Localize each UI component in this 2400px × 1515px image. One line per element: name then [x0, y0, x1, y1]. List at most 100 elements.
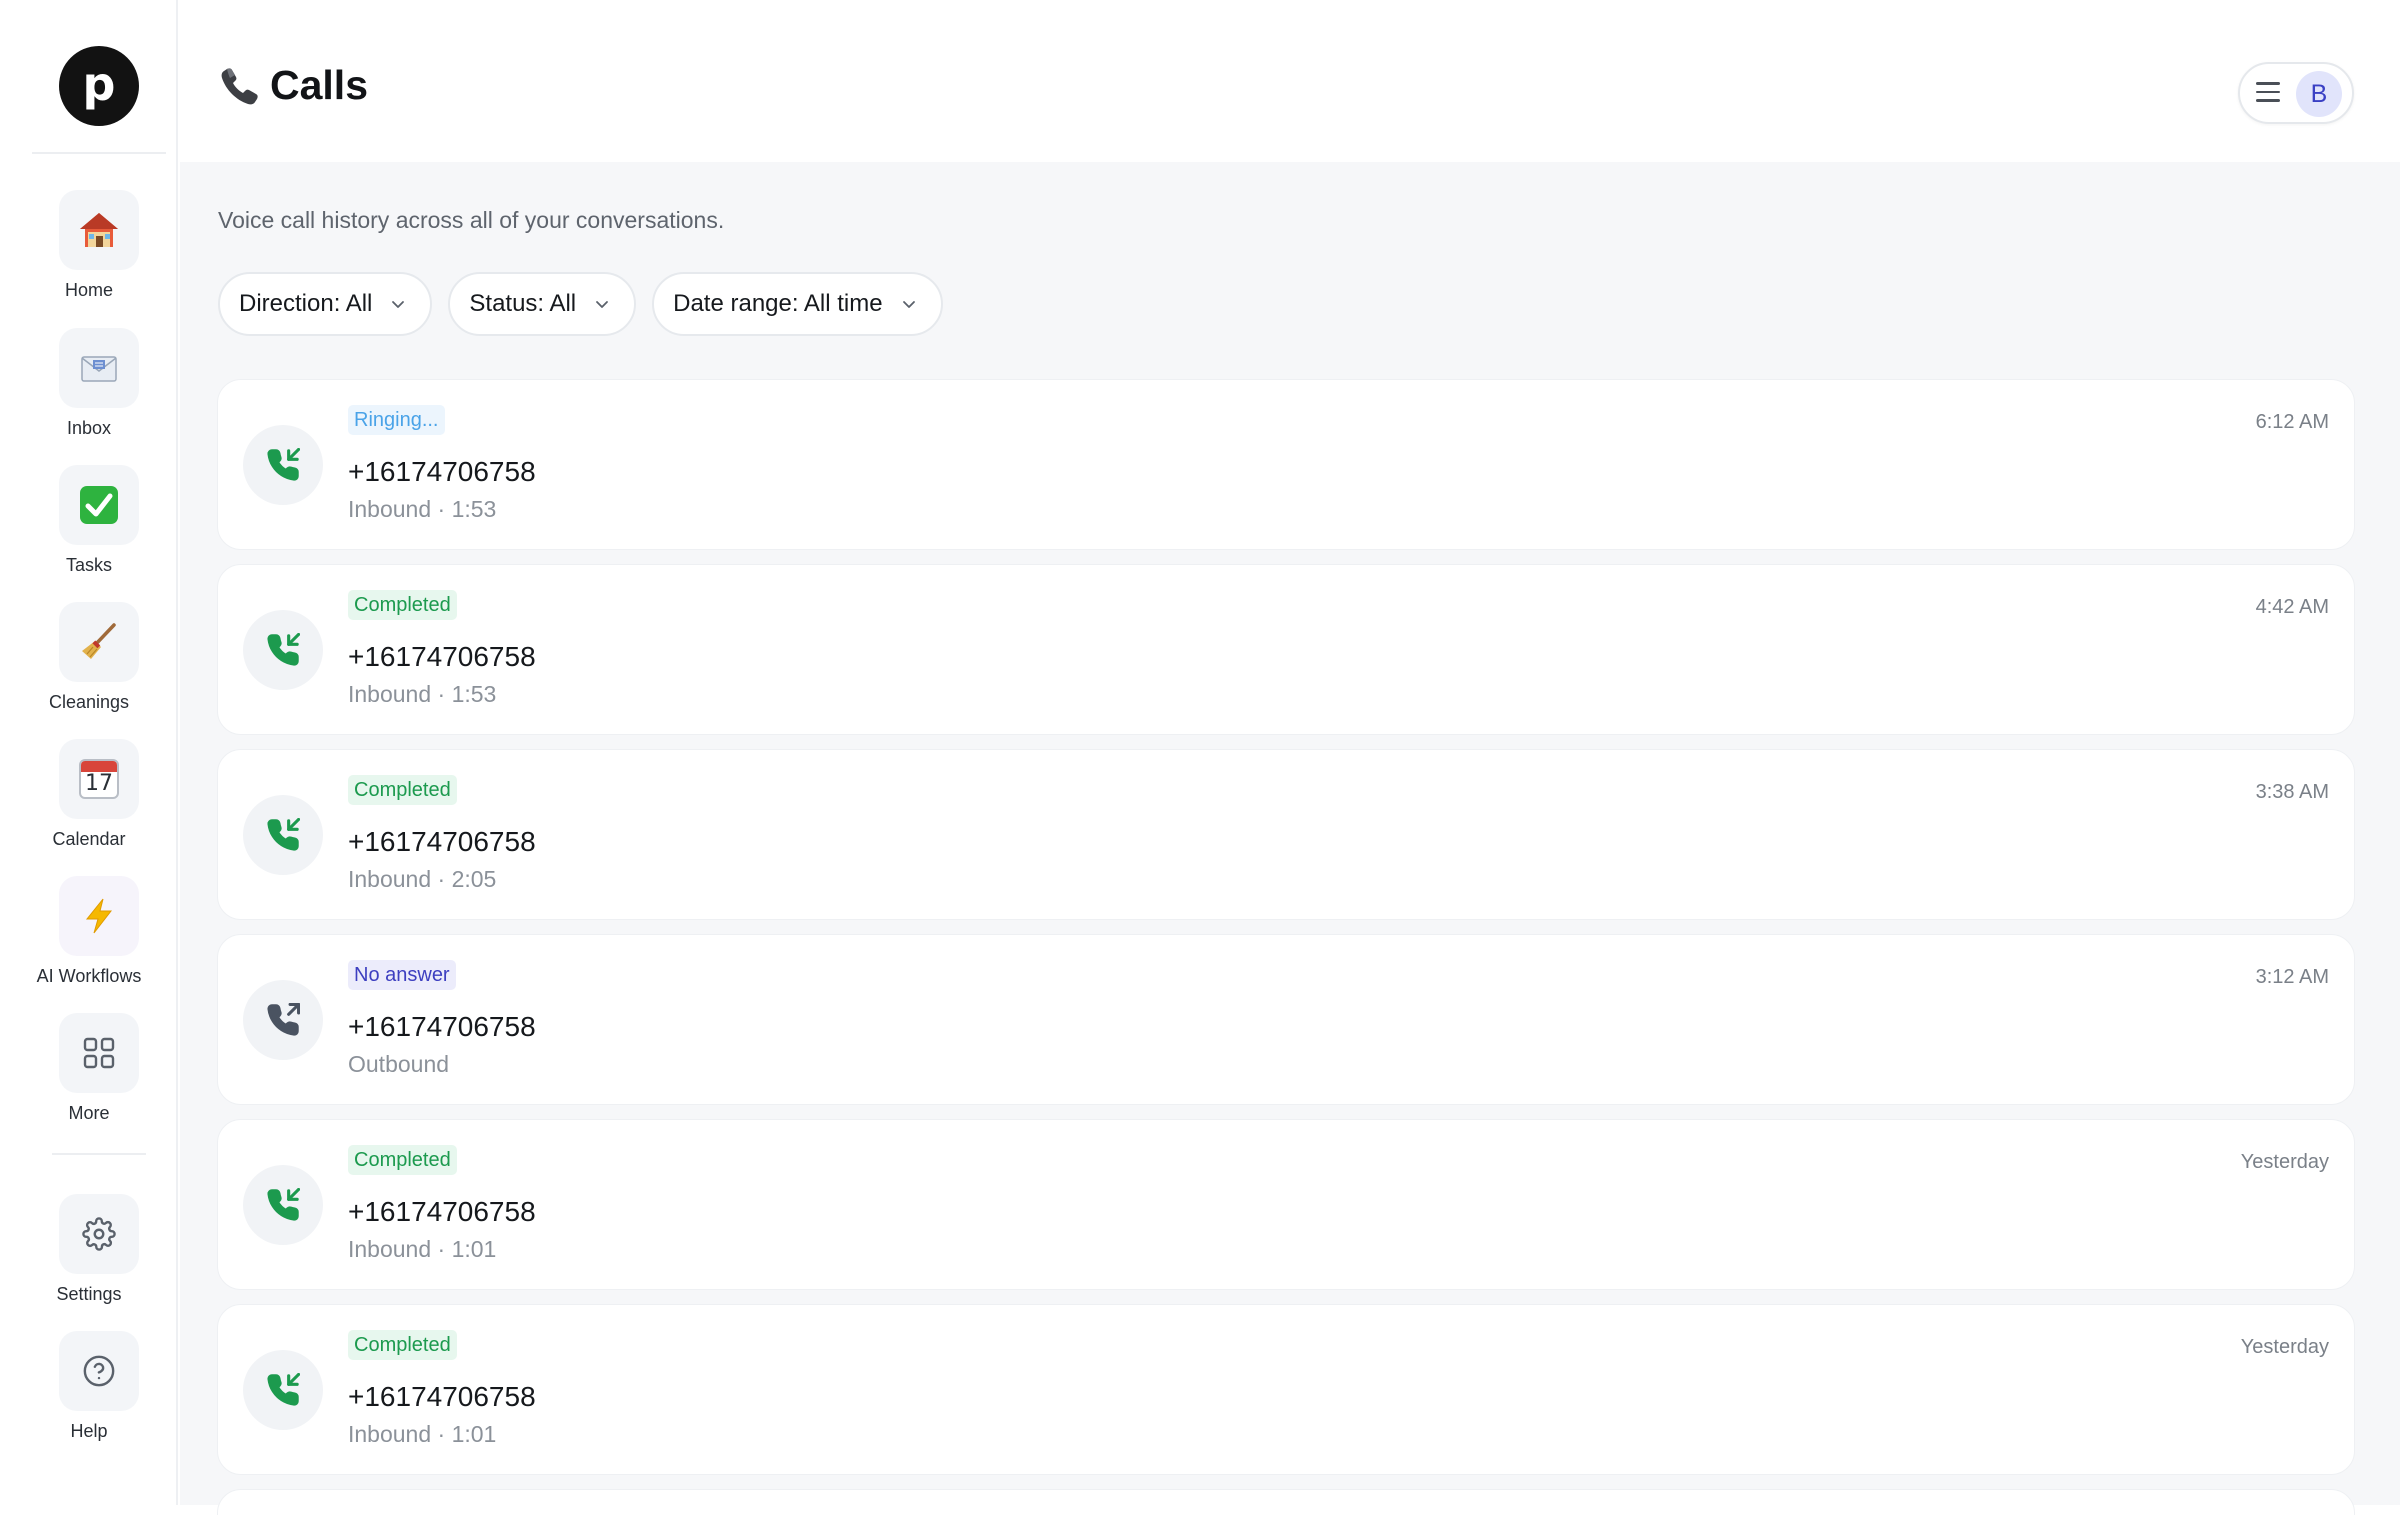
- status-badge: Completed: [348, 1330, 457, 1360]
- status-badge: No answer: [348, 960, 456, 990]
- sidebar: p Home Inbox Tasks Cleanings 17 Calendar…: [0, 0, 178, 1505]
- call-row[interactable]: Completed +16174706758 Inbound · 1:01 Ye…: [217, 1119, 2355, 1290]
- nav-tile: [59, 1331, 139, 1411]
- grid-icon: [83, 1037, 115, 1069]
- call-meta: Outbound: [348, 1051, 450, 1077]
- call-direction-icon: [243, 425, 323, 505]
- call-time: Yesterday: [2240, 1151, 2329, 1173]
- phone-incoming-icon: [267, 1373, 300, 1406]
- phone-icon: [221, 67, 258, 104]
- call-row[interactable]: Completed +16174706758 Inbound · 1:53 4:…: [217, 564, 2355, 735]
- date-range-filter[interactable]: Date range: All time: [652, 272, 943, 336]
- nav-tile: [59, 190, 139, 270]
- phone-incoming-icon: [267, 448, 300, 481]
- call-direction-icon: [243, 980, 323, 1060]
- calendar-day: 17: [85, 771, 113, 796]
- sidebar-item-home[interactable]: Home: [0, 190, 178, 310]
- nav-tile: [59, 465, 139, 545]
- sidebar-item-label: AI Workflows: [36, 966, 142, 986]
- sidebar-item-label: Calendar: [52, 829, 126, 849]
- nav-tile: [59, 328, 139, 408]
- phone-number: +16174706758: [348, 1196, 536, 1227]
- page-title-text: Calls: [270, 62, 368, 108]
- status-badge: Completed: [348, 1145, 457, 1175]
- filter-label: Direction: All: [239, 290, 373, 317]
- call-row[interactable]: [217, 1489, 2355, 1515]
- sidebar-item-label: Inbox: [66, 418, 112, 438]
- sidebar-item-tasks[interactable]: Tasks: [0, 465, 178, 585]
- nav-tile: [59, 1013, 139, 1093]
- menu-icon[interactable]: [2256, 82, 2280, 104]
- status-badge: Completed: [348, 775, 457, 805]
- phone-outgoing-icon: [267, 1003, 300, 1036]
- sidebar-item-more[interactable]: More: [0, 1013, 178, 1133]
- sidebar-item-cleanings[interactable]: Cleanings: [0, 602, 178, 722]
- lightning-icon: [85, 898, 113, 934]
- nav-tile: [59, 1194, 139, 1274]
- call-direction-icon: [243, 1165, 323, 1245]
- sidebar-item-label: Help: [70, 1421, 108, 1441]
- envelope-icon: [81, 356, 117, 382]
- sidebar-item-help[interactable]: Help: [0, 1331, 178, 1451]
- phone-number: +16174706758: [348, 456, 536, 487]
- direction-filter[interactable]: Direction: All: [218, 272, 433, 336]
- call-direction-icon: [243, 795, 323, 875]
- phone-number: +16174706758: [348, 641, 536, 672]
- call-row[interactable]: Completed +16174706758 Inbound · 2:05 3:…: [217, 749, 2355, 920]
- sidebar-item-settings[interactable]: Settings: [0, 1194, 178, 1314]
- status-badge: Ringing...: [348, 405, 445, 435]
- call-row[interactable]: Completed +16174706758 Inbound · 1:01 Ye…: [217, 1304, 2355, 1475]
- call-meta: Inbound · 2:05: [348, 866, 497, 892]
- call-row[interactable]: No answer +16174706758 Outbound 3:12 AM: [217, 934, 2355, 1105]
- nav-tile: [59, 876, 139, 956]
- avatar[interactable]: B: [2296, 71, 2342, 117]
- main-content: Voice call history across all of your co…: [180, 162, 2400, 1515]
- avatar-letter: B: [2310, 79, 2328, 108]
- logo-letter: p: [82, 57, 116, 111]
- filter-label: Date range: All time: [673, 290, 883, 317]
- phone-number: +16174706758: [348, 1011, 536, 1042]
- phone-number: +16174706758: [348, 1381, 536, 1412]
- chevron-down-icon: [392, 301, 405, 308]
- broom-icon: [82, 623, 116, 659]
- call-direction-icon: [243, 610, 323, 690]
- phone-incoming-icon: [267, 818, 300, 851]
- header: Calls B: [180, 0, 2400, 162]
- app-logo[interactable]: p: [59, 46, 139, 126]
- phone-incoming-icon: [267, 633, 300, 666]
- sidebar-item-label: Home: [64, 280, 113, 300]
- call-time: 4:42 AM: [2255, 596, 2329, 618]
- sidebar-item-label: More: [68, 1103, 110, 1123]
- sidebar-item-calendar[interactable]: 17 Calendar: [0, 739, 178, 859]
- chevron-down-icon: [902, 301, 915, 308]
- call-time: 3:38 AM: [2255, 781, 2329, 803]
- sidebar-item-label: Tasks: [65, 555, 112, 575]
- call-meta: Inbound · 1:01: [348, 1236, 497, 1262]
- page-title: Calls: [218, 62, 368, 109]
- call-time: 3:12 AM: [2255, 966, 2329, 988]
- divider: [52, 1153, 146, 1155]
- sidebar-item-label: Cleanings: [48, 692, 130, 712]
- gear-icon: [82, 1217, 116, 1251]
- status-filter[interactable]: Status: All: [448, 272, 637, 336]
- divider: [32, 152, 166, 154]
- calendar-icon: 17: [79, 759, 119, 799]
- nav-tile: [59, 602, 139, 682]
- help-icon: [83, 1355, 115, 1387]
- call-row[interactable]: Ringing... +16174706758 Inbound · 1:53 6…: [217, 379, 2355, 550]
- call-meta: Inbound · 1:01: [348, 1421, 497, 1447]
- sidebar-item-ai-workflows[interactable]: AI Workflows: [0, 876, 178, 996]
- page-subtitle: Voice call history across all of your co…: [218, 207, 725, 233]
- call-time: 6:12 AM: [2255, 411, 2329, 433]
- call-time: Yesterday: [2240, 1336, 2329, 1358]
- nav-tile: 17: [59, 739, 139, 819]
- checkmark-icon: [80, 486, 118, 524]
- sidebar-item-label: Settings: [56, 1284, 122, 1304]
- filter-bar: Direction: All Status: All Date range: A…: [218, 272, 943, 336]
- chevron-down-icon: [596, 301, 609, 308]
- status-badge: Completed: [348, 590, 457, 620]
- call-meta: Inbound · 1:53: [348, 496, 497, 522]
- phone-incoming-icon: [267, 1188, 300, 1221]
- call-meta: Inbound · 1:53: [348, 681, 497, 707]
- sidebar-item-inbox[interactable]: Inbox: [0, 328, 178, 448]
